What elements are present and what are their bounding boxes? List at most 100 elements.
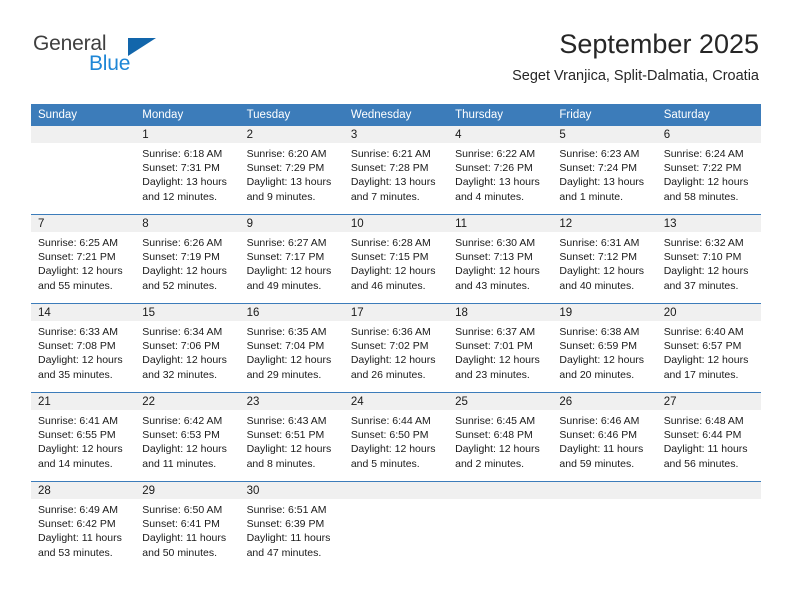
day-cell-content: 16 Sunrise: 6:35 AM Sunset: 7:04 PM Dayligh… <box>239 304 344 392</box>
calendar-day-cell[interactable]: 1 Sunrise: 6:18 AM Sunset: 7:31 PM Daylight… <box>135 126 240 215</box>
sunset-text: Sunset: 6:44 PM <box>663 429 742 442</box>
calendar-day-cell[interactable] <box>656 481 761 570</box>
calendar-day-cell[interactable]: 24 Sunrise: 6:44 AM Sunset: 6:50 PM Dayligh… <box>343 392 449 482</box>
calendar-day-cell[interactable]: 19 Sunrise: 6:38 AM Sunset: 6:59 PM Dayligh… <box>552 303 657 393</box>
calendar-day-cell[interactable]: 21 Sunrise: 6:41 AM Sunset: 6:55 PM Dayligh… <box>31 392 136 482</box>
weekday-header-saturday: Saturday <box>656 104 761 126</box>
daylight-text-line2: and 55 minutes. <box>38 279 113 292</box>
sunset-text: Sunset: 7:15 PM <box>350 251 429 264</box>
calendar-day-cell[interactable] <box>343 481 449 570</box>
day-number: 10 <box>343 215 449 232</box>
sunrise-text: Sunrise: 6:28 AM <box>350 237 431 249</box>
sunset-text: Sunset: 6:41 PM <box>142 518 220 531</box>
day-number: 28 <box>31 482 136 499</box>
calendar-day-cell[interactable]: 12 Sunrise: 6:31 AM Sunset: 7:12 PM Dayligh… <box>552 214 657 304</box>
calendar-day-cell[interactable]: 11 Sunrise: 6:30 AM Sunset: 7:13 PM Dayligh… <box>448 214 553 304</box>
sunrise-text: Sunrise: 6:49 AM <box>38 504 118 516</box>
weekday-header-tuesday: Tuesday <box>239 104 344 126</box>
calendar-day-cell[interactable]: 4 Sunrise: 6:22 AM Sunset: 7:26 PM Daylight… <box>448 126 553 215</box>
calendar-day-cell[interactable]: 2 Sunrise: 6:20 AM Sunset: 7:29 PM Daylight… <box>239 126 344 215</box>
sunset-text: Sunset: 7:01 PM <box>455 340 533 353</box>
day-number: 27 <box>656 393 761 410</box>
calendar-day-cell[interactable]: 13 Sunrise: 6:32 AM Sunset: 7:10 PM Dayligh… <box>656 214 761 304</box>
calendar-day-cell[interactable]: 27 Sunrise: 6:48 AM Sunset: 6:44 PM Dayligh… <box>656 392 761 482</box>
calendar-day-cell[interactable]: 10 Sunrise: 6:28 AM Sunset: 7:15 PM Dayligh… <box>343 214 449 304</box>
day-details: Sunrise: 6:49 AM Sunset: 6:42 PM Daylight:… <box>31 499 135 560</box>
daylight-text-line2: and 32 minutes. <box>142 368 217 381</box>
calendar-day-cell[interactable]: 23 Sunrise: 6:43 AM Sunset: 6:51 PM Dayligh… <box>239 392 344 482</box>
day-cell-content: 2 Sunrise: 6:20 AM Sunset: 7:29 PM Daylight… <box>239 126 344 214</box>
day-cell-content: 15 Sunrise: 6:34 AM Sunset: 7:06 PM Dayligh… <box>135 304 240 392</box>
day-number: 20 <box>656 304 761 321</box>
calendar-day-cell[interactable]: 15 Sunrise: 6:34 AM Sunset: 7:06 PM Dayligh… <box>135 303 240 393</box>
general-blue-logo[interactable]: General Blue <box>33 33 213 83</box>
daylight-text-line2: and 14 minutes. <box>38 457 113 470</box>
calendar-day-cell[interactable]: 6 Sunrise: 6:24 AM Sunset: 7:22 PM Daylight… <box>656 126 761 215</box>
calendar-day-cell[interactable] <box>31 126 136 215</box>
calendar-day-cell[interactable]: 20 Sunrise: 6:40 AM Sunset: 6:57 PM Dayligh… <box>656 303 761 393</box>
day-cell-content: 26 Sunrise: 6:46 AM Sunset: 6:46 PM Dayligh… <box>552 393 657 481</box>
day-cell-content: 28 Sunrise: 6:49 AM Sunset: 6:42 PM Dayligh… <box>31 482 136 570</box>
sunset-text: Sunset: 6:46 PM <box>559 429 638 442</box>
sunset-text: Sunset: 6:57 PM <box>663 340 742 353</box>
day-cell-content <box>448 482 553 570</box>
day-cell-content: 23 Sunrise: 6:43 AM Sunset: 6:51 PM Dayligh… <box>239 393 344 481</box>
sunset-text: Sunset: 7:04 PM <box>246 340 325 353</box>
day-cell-content: 8 Sunrise: 6:26 AM Sunset: 7:19 PM Daylight… <box>135 215 240 303</box>
day-details: Sunrise: 6:21 AM Sunset: 7:28 PM Daylight:… <box>344 143 448 204</box>
calendar-page: General Blue September 2025 Seget Vranji… <box>0 0 792 612</box>
daylight-text-line1: Daylight: 12 hours <box>246 443 332 456</box>
calendar-day-cell[interactable]: 7 Sunrise: 6:25 AM Sunset: 7:21 PM Daylight… <box>31 214 136 304</box>
daylight-text-line1: Daylight: 12 hours <box>663 176 749 189</box>
daylight-text-line1: Daylight: 12 hours <box>350 265 436 278</box>
calendar-day-cell[interactable]: 8 Sunrise: 6:26 AM Sunset: 7:19 PM Daylight… <box>135 214 240 304</box>
calendar-day-cell[interactable]: 22 Sunrise: 6:42 AM Sunset: 6:53 PM Dayligh… <box>135 392 240 482</box>
sunset-text: Sunset: 6:53 PM <box>142 429 220 442</box>
daylight-text-line2: and 17 minutes. <box>663 368 739 381</box>
calendar-day-cell[interactable]: 9 Sunrise: 6:27 AM Sunset: 7:17 PM Daylight… <box>239 214 344 304</box>
day-number: 14 <box>31 304 136 321</box>
day-number: 17 <box>343 304 449 321</box>
sunset-text: Sunset: 7:24 PM <box>559 162 638 175</box>
calendar-day-cell[interactable]: 26 Sunrise: 6:46 AM Sunset: 6:46 PM Dayligh… <box>552 392 657 482</box>
daylight-text-line1: Daylight: 13 hours <box>142 176 227 189</box>
calendar-week-row: 14 Sunrise: 6:33 AM Sunset: 7:08 PM Dayligh… <box>31 303 761 393</box>
daylight-text-line1: Daylight: 12 hours <box>142 265 227 278</box>
calendar-day-cell[interactable]: 5 Sunrise: 6:23 AM Sunset: 7:24 PM Daylight… <box>552 126 657 215</box>
day-details: Sunrise: 6:42 AM Sunset: 6:53 PM Daylight:… <box>135 410 239 471</box>
daylight-text-line1: Daylight: 12 hours <box>350 443 436 456</box>
day-number <box>448 482 553 499</box>
calendar-day-cell[interactable]: 17 Sunrise: 6:36 AM Sunset: 7:02 PM Dayligh… <box>343 303 449 393</box>
sunrise-text: Sunrise: 6:26 AM <box>142 237 223 249</box>
day-number: 18 <box>448 304 553 321</box>
daylight-text-line1: Daylight: 13 hours <box>246 176 332 189</box>
calendar-day-cell[interactable] <box>448 481 553 570</box>
calendar-day-cell[interactable]: 28 Sunrise: 6:49 AM Sunset: 6:42 PM Dayligh… <box>31 481 136 570</box>
sunset-text: Sunset: 6:42 PM <box>38 518 116 531</box>
calendar-day-cell[interactable] <box>552 481 657 570</box>
calendar-day-cell[interactable]: 16 Sunrise: 6:35 AM Sunset: 7:04 PM Dayligh… <box>239 303 344 393</box>
day-details: Sunrise: 6:23 AM Sunset: 7:24 PM Daylight:… <box>552 143 656 204</box>
sunrise-text: Sunrise: 6:23 AM <box>559 148 640 160</box>
day-cell-content: 29 Sunrise: 6:50 AM Sunset: 6:41 PM Dayligh… <box>135 482 240 570</box>
calendar-day-cell[interactable]: 30 Sunrise: 6:51 AM Sunset: 6:39 PM Dayligh… <box>239 481 344 570</box>
calendar-day-cell[interactable]: 25 Sunrise: 6:45 AM Sunset: 6:48 PM Dayligh… <box>448 392 553 482</box>
day-details: Sunrise: 6:37 AM Sunset: 7:01 PM Daylight:… <box>448 321 552 382</box>
weekday-header-wednesday: Wednesday <box>343 104 449 126</box>
calendar-day-cell[interactable]: 29 Sunrise: 6:50 AM Sunset: 6:41 PM Dayligh… <box>135 481 240 570</box>
calendar-day-cell[interactable]: 14 Sunrise: 6:33 AM Sunset: 7:08 PM Dayligh… <box>31 303 136 393</box>
calendar-day-cell[interactable]: 18 Sunrise: 6:37 AM Sunset: 7:01 PM Dayligh… <box>448 303 553 393</box>
brand-name-blue: Blue <box>89 52 131 75</box>
daylight-text-line1: Daylight: 13 hours <box>455 176 540 189</box>
sunrise-text: Sunrise: 6:18 AM <box>142 148 223 160</box>
calendar-day-cell[interactable]: 3 Sunrise: 6:21 AM Sunset: 7:28 PM Daylight… <box>343 126 449 215</box>
day-number: 24 <box>343 393 449 410</box>
daylight-text-line1: Daylight: 13 hours <box>559 176 645 189</box>
weekday-header-sunday: Sunday <box>31 104 136 126</box>
daylight-text-line2: and 2 minutes. <box>455 457 525 470</box>
day-details: Sunrise: 6:31 AM Sunset: 7:12 PM Daylight:… <box>552 232 656 293</box>
daylight-text-line1: Daylight: 12 hours <box>559 265 645 278</box>
sunrise-text: Sunrise: 6:42 AM <box>142 415 223 427</box>
day-cell-content: 1 Sunrise: 6:18 AM Sunset: 7:31 PM Daylight… <box>135 126 240 214</box>
sunset-text: Sunset: 7:10 PM <box>663 251 742 264</box>
